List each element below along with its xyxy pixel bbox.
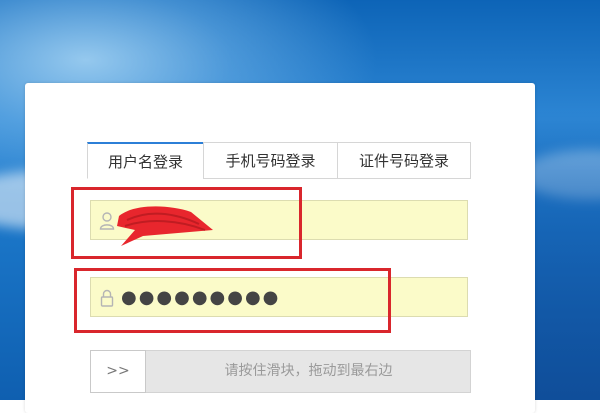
slider-hint: 请按住滑块，拖动到最右边 [224, 363, 393, 379]
slide-verify: >> 请按住滑块，拖动到最右边 [90, 350, 471, 393]
login-tabs: 用户名登录 手机号码登录 证件号码登录 [87, 142, 471, 179]
double-chevron-right-icon: >> [106, 363, 130, 379]
password-highlight-box [74, 268, 391, 333]
slider-handle[interactable]: >> [90, 350, 146, 393]
username-highlight-box [71, 187, 302, 259]
tab-phone-login[interactable]: 手机号码登录 [203, 142, 338, 179]
tab-username-login[interactable]: 用户名登录 [87, 142, 204, 179]
tab-id-login[interactable]: 证件号码登录 [337, 142, 471, 179]
